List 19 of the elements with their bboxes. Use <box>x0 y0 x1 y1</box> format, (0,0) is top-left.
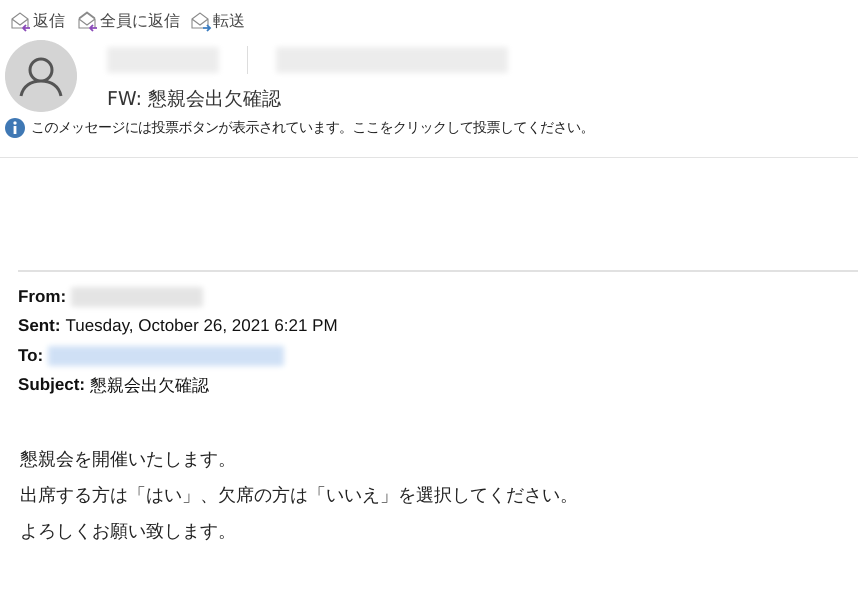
avatar-icon <box>5 40 77 112</box>
forward-button[interactable]: 転送 <box>190 8 245 34</box>
forward-icon <box>190 10 212 32</box>
header-label: Sent: <box>18 316 60 336</box>
header-label: Subject: <box>18 375 86 396</box>
reply-all-button[interactable]: 全員に返信 <box>75 8 180 34</box>
info-icon <box>5 118 25 138</box>
reply-icon <box>10 10 32 32</box>
body-text: 出席する方は「はい」、欠席の方は「いいえ」を選択してください。 <box>20 484 579 508</box>
header-label: From: <box>18 286 66 307</box>
voting-info-bar[interactable]: このメッセージには投票ボタンが表示されています。ここをクリックして投票してください。 <box>31 119 594 137</box>
header-label: To: <box>18 346 44 366</box>
reply-button[interactable]: 返信 <box>10 8 65 34</box>
body-text: よろしくお願い致します。 <box>20 520 237 544</box>
header-value: 懇親会出欠確認 <box>90 374 210 397</box>
header-value: Tuesday, October 26, 2021 6:21 PM <box>66 316 338 336</box>
blurred-email-link[interactable] <box>48 346 284 366</box>
message-subject: FW: 懇親会出欠確認 <box>107 87 282 112</box>
body-text: 懇親会を開催いたします。 <box>20 448 237 472</box>
